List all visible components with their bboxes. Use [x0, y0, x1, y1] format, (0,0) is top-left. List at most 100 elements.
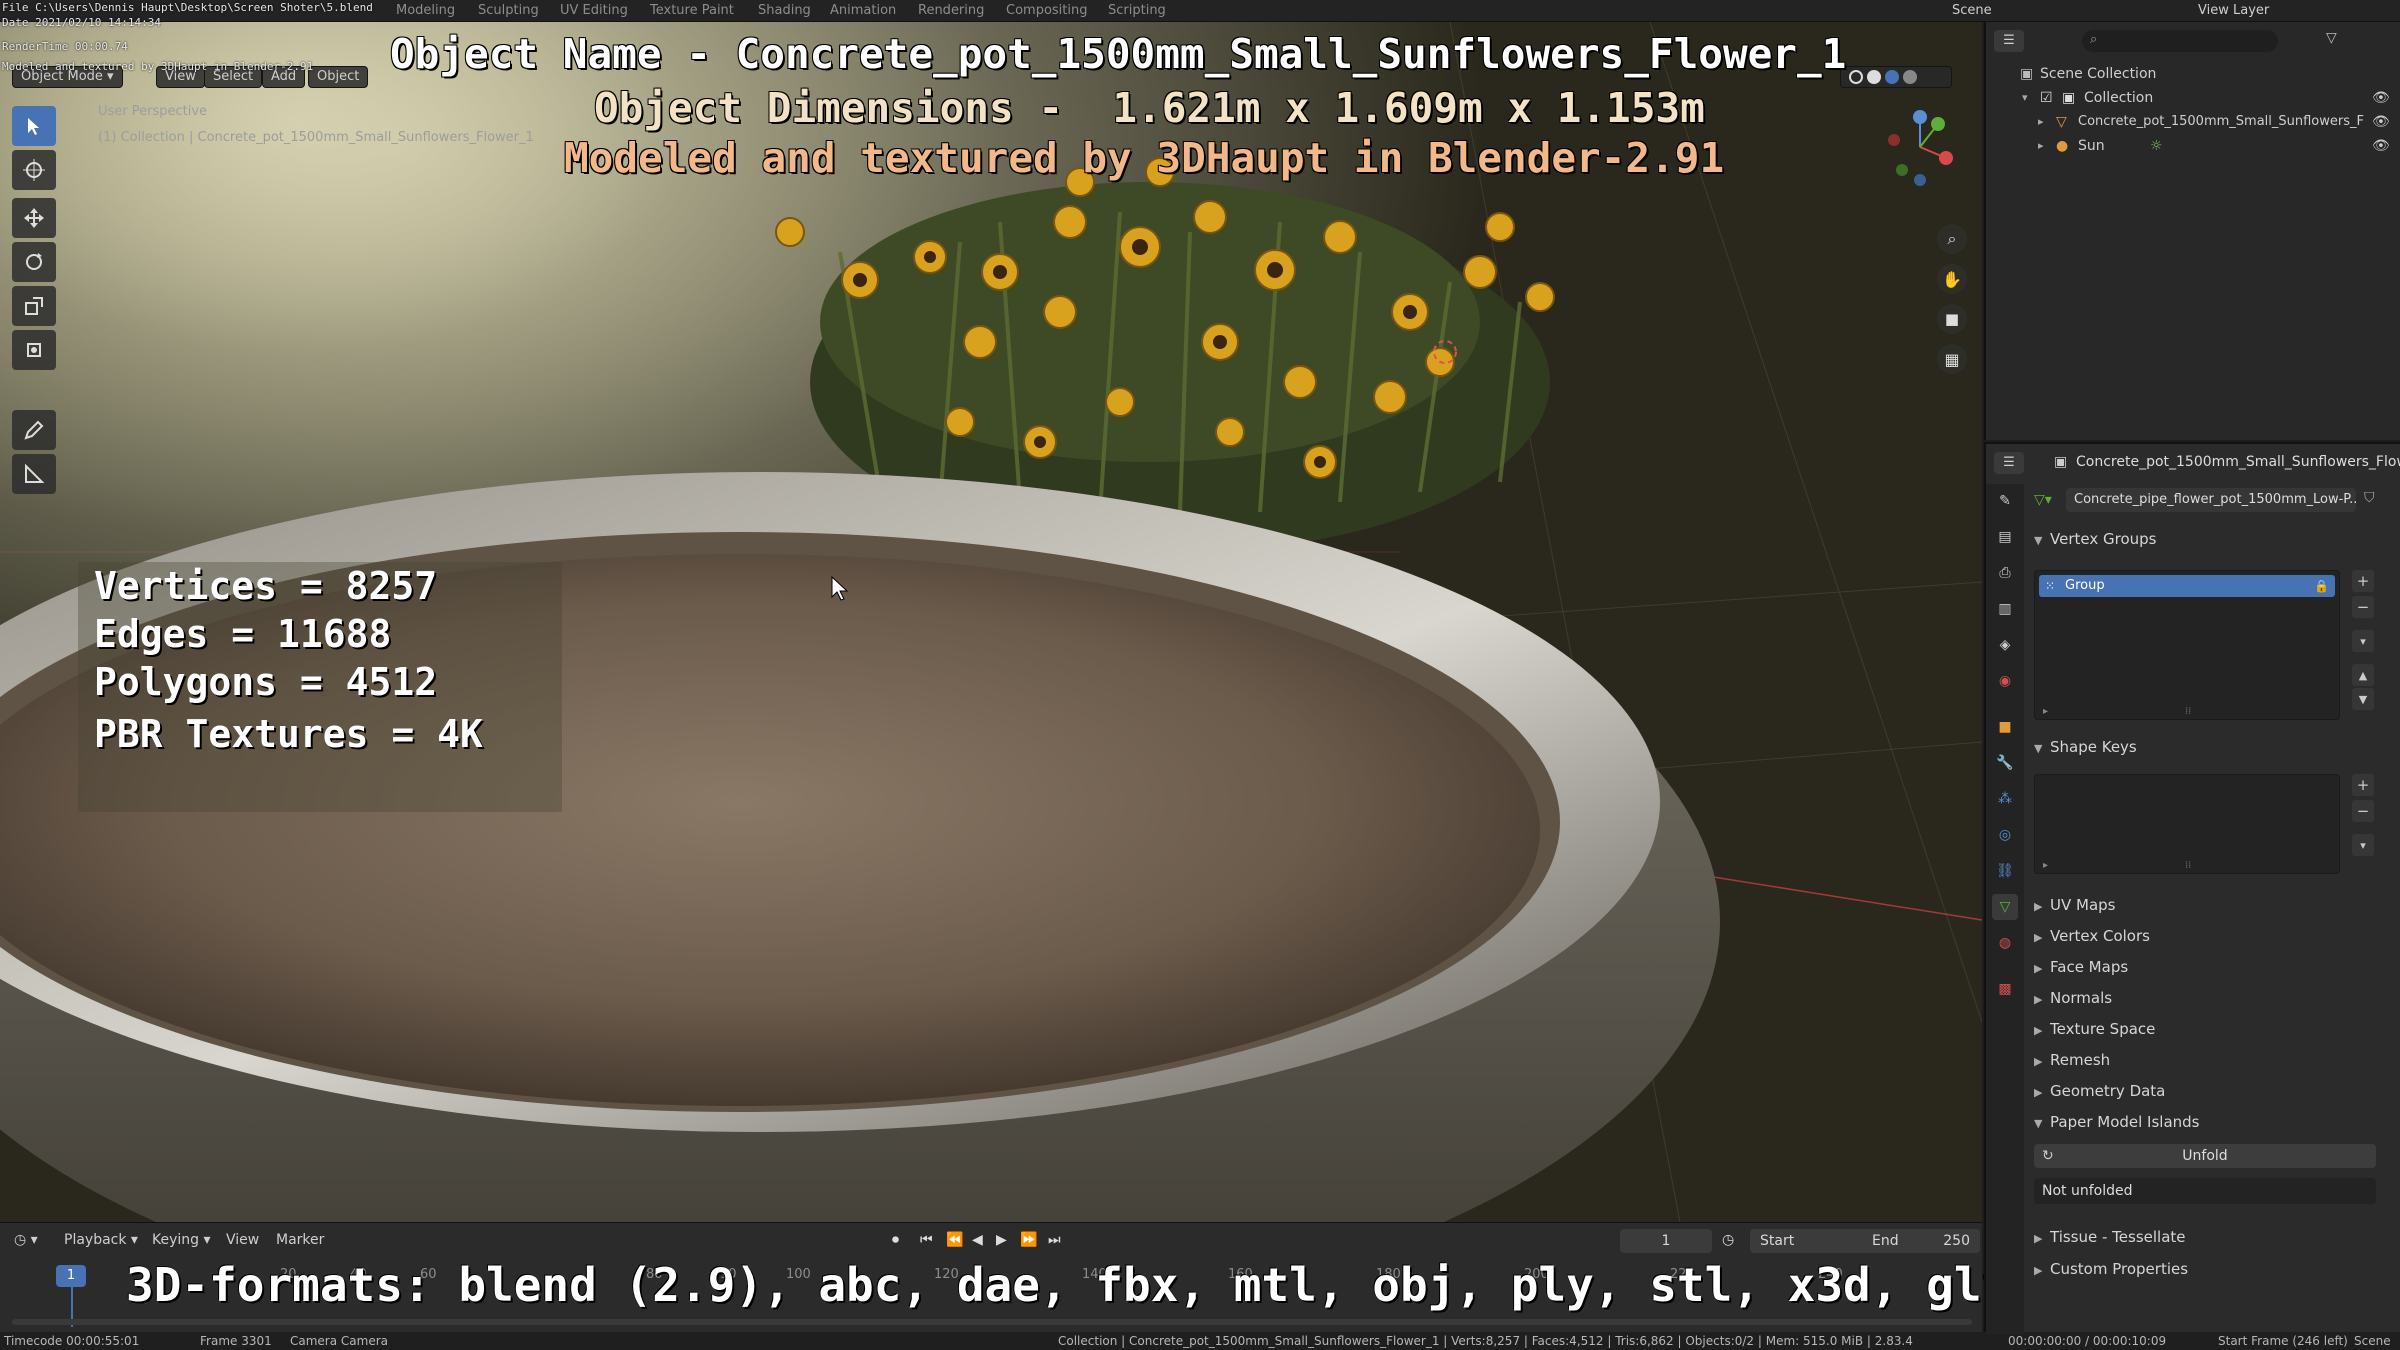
normals-header[interactable]: ▶ Normals: [2034, 985, 2112, 1011]
view-layer-tab-icon[interactable]: ▥: [1992, 596, 2018, 622]
rendered-shading-icon[interactable]: [1903, 70, 1918, 84]
face-maps-header[interactable]: ▶ Face Maps: [2034, 954, 2128, 980]
vertex-groups-header[interactable]: ▼ Vertex Groups: [2034, 526, 2156, 552]
editor-type-icon[interactable]: ◷ ▾: [14, 1232, 38, 1248]
outliner-row-object[interactable]: ▸ ▽ Concrete_pot_1500mm_Small_Sunflowers…: [1986, 110, 2400, 134]
select-box-tool[interactable]: [12, 106, 56, 146]
visibility-eye-icon[interactable]: 👁: [2372, 134, 2390, 158]
scene-selector[interactable]: Scene: [1952, 3, 1992, 18]
remove-shape-key-button[interactable]: −: [2352, 800, 2374, 822]
transform-tool[interactable]: [12, 330, 56, 370]
render-tab-icon[interactable]: ▤: [1992, 524, 2018, 550]
move-down-button[interactable]: ▼: [2352, 688, 2374, 710]
play-button[interactable]: ▶: [996, 1232, 1007, 1248]
constraints-tab-icon[interactable]: ⛓: [1992, 858, 2018, 884]
mesh-data-tab-icon[interactable]: ▽: [1992, 894, 2018, 920]
annotate-tool[interactable]: [12, 410, 56, 450]
resize-grip-icon[interactable]: ⁞⁞: [2185, 860, 2191, 871]
workspace-tab-sculpting[interactable]: Sculpting: [478, 3, 539, 18]
outliner-row-sun[interactable]: ▸ ● Sun ☼ 👁: [1986, 134, 2400, 158]
move-tool[interactable]: [12, 198, 56, 238]
lock-icon[interactable]: 🔒: [2314, 575, 2329, 597]
expand-arrow-icon[interactable]: ▸: [2043, 860, 2048, 871]
solid-shading-icon[interactable]: [1867, 70, 1882, 84]
remesh-header[interactable]: ▶ Remesh: [2034, 1047, 2110, 1073]
shading-toggles[interactable]: [1840, 66, 1952, 88]
shape-key-menu-button[interactable]: ▾: [2352, 834, 2374, 856]
clock-icon[interactable]: ◷: [1722, 1232, 1734, 1248]
prev-keyframe-button[interactable]: ⏪: [946, 1232, 963, 1248]
timeline-scrollbar[interactable]: [12, 1319, 1972, 1325]
visibility-eye-icon[interactable]: 👁: [2372, 86, 2390, 110]
wireframe-shading-icon[interactable]: [1849, 70, 1863, 84]
material-tab-icon[interactable]: ◍: [1992, 930, 2018, 956]
modifier-tab-icon[interactable]: 🔧: [1992, 750, 2018, 776]
expand-arrow-icon[interactable]: ▸: [2043, 706, 2048, 717]
workspace-tab-shading[interactable]: Shading: [758, 3, 811, 18]
tool-tab-icon[interactable]: ✎: [1992, 488, 2018, 514]
navigation-gizmo[interactable]: [1880, 102, 1960, 192]
camera-view-button[interactable]: ■: [1937, 304, 1967, 334]
keying-menu[interactable]: Keying ▾: [152, 1232, 211, 1248]
vertex-group-menu-button[interactable]: ▾: [2352, 630, 2374, 652]
outliner-row-scene-collection[interactable]: ▣ Scene Collection: [1986, 62, 2400, 86]
outliner-search-input[interactable]: ⌕: [2082, 30, 2278, 52]
unfold-button[interactable]: ↻ Unfold: [2034, 1144, 2376, 1168]
expand-arrow-icon[interactable]: ▸: [2038, 134, 2044, 158]
mesh-name-field[interactable]: Concrete_pipe_flower_pot_1500mm_Low-P...: [2066, 488, 2356, 512]
particles-tab-icon[interactable]: ⁂: [1992, 786, 2018, 812]
perspective-toggle-button[interactable]: ▦: [1937, 344, 1967, 374]
add-vertex-group-button[interactable]: +: [2352, 570, 2374, 592]
properties-editor-type-icon[interactable]: ☰: [1994, 452, 2024, 474]
start-frame-field[interactable]: Start1: [1750, 1229, 1880, 1253]
outliner-panel[interactable]: ☰ ⌕ ▽ ▣ Scene Collection ▾ ☑ ▣ Collectio…: [1984, 22, 2400, 440]
texture-tab-icon[interactable]: ▩: [1992, 976, 2018, 1002]
shape-keys-header[interactable]: ▼ Shape Keys: [2034, 734, 2137, 760]
expand-arrow-icon[interactable]: ▸: [2038, 110, 2044, 134]
end-frame-field[interactable]: End 250: [1862, 1229, 1980, 1253]
geometry-data-header[interactable]: ▶ Geometry Data: [2034, 1078, 2165, 1104]
paper-model-header[interactable]: ▼ Paper Model Islands: [2034, 1109, 2200, 1135]
custom-properties-header[interactable]: ▶ Custom Properties: [2034, 1256, 2188, 1282]
expand-arrow-icon[interactable]: ▾: [2022, 86, 2028, 110]
cursor-tool[interactable]: [12, 150, 56, 190]
zoom-view-button[interactable]: ⌕: [1937, 224, 1967, 254]
workspace-tab-compositing[interactable]: Compositing: [1006, 3, 1088, 18]
workspace-tab-uv-editing[interactable]: UV Editing: [560, 3, 628, 18]
object-tab-icon[interactable]: ■: [1992, 714, 2018, 740]
marker-menu[interactable]: Marker: [276, 1232, 324, 1248]
output-tab-icon[interactable]: ⎙: [1992, 560, 2018, 586]
fake-user-shield-icon[interactable]: ⛉: [2364, 490, 2375, 506]
object-menu[interactable]: Object: [308, 66, 369, 88]
view-layer-selector[interactable]: View Layer: [2198, 3, 2269, 18]
move-up-button[interactable]: ▲: [2352, 664, 2374, 686]
checkbox-icon[interactable]: ☑: [2040, 86, 2053, 110]
play-reverse-button[interactable]: ◀: [972, 1232, 983, 1248]
record-button[interactable]: ⏺: [892, 1232, 899, 1248]
current-frame-field[interactable]: 1: [1620, 1229, 1712, 1253]
remove-vertex-group-button[interactable]: −: [2352, 596, 2374, 618]
measure-tool[interactable]: [12, 454, 56, 494]
add-shape-key-button[interactable]: +: [2352, 774, 2374, 796]
rotate-tool[interactable]: [12, 242, 56, 282]
next-keyframe-button[interactable]: ⏩: [1020, 1232, 1037, 1248]
properties-panel[interactable]: ☰ ▣ Concrete_pot_1500mm_Small_Sunflowers…: [1984, 442, 2400, 1334]
tissue-tessellate-header[interactable]: ▶ Tissue - Tessellate: [2034, 1224, 2186, 1250]
timeline-view-menu[interactable]: View: [226, 1232, 259, 1248]
workspace-tab-scripting[interactable]: Scripting: [1108, 3, 1166, 18]
playhead[interactable]: 1: [56, 1265, 86, 1287]
filter-icon[interactable]: ▽: [2326, 30, 2337, 46]
workspace-tab-texture-paint[interactable]: Texture Paint: [650, 3, 734, 18]
vertex-group-item[interactable]: ⁙ Group 🔒: [2039, 575, 2335, 597]
jump-end-button[interactable]: ⏭: [1048, 1232, 1061, 1248]
outliner-editor-type-icon[interactable]: ☰: [1994, 30, 2024, 52]
world-tab-icon[interactable]: ◉: [1992, 668, 2018, 694]
workspace-tab-rendering[interactable]: Rendering: [918, 3, 984, 18]
outliner-row-collection[interactable]: ▾ ☑ ▣ Collection 👁: [1986, 86, 2400, 110]
3d-viewport[interactable]: Object Mode ▾ View Select Add Object Use…: [0, 22, 1982, 1222]
scale-tool[interactable]: [12, 286, 56, 326]
pan-view-button[interactable]: ✋: [1937, 264, 1967, 294]
workspace-tab-modeling[interactable]: Modeling: [396, 3, 455, 18]
workspace-tab-animation[interactable]: Animation: [830, 3, 896, 18]
texture-space-header[interactable]: ▶ Texture Space: [2034, 1016, 2155, 1042]
